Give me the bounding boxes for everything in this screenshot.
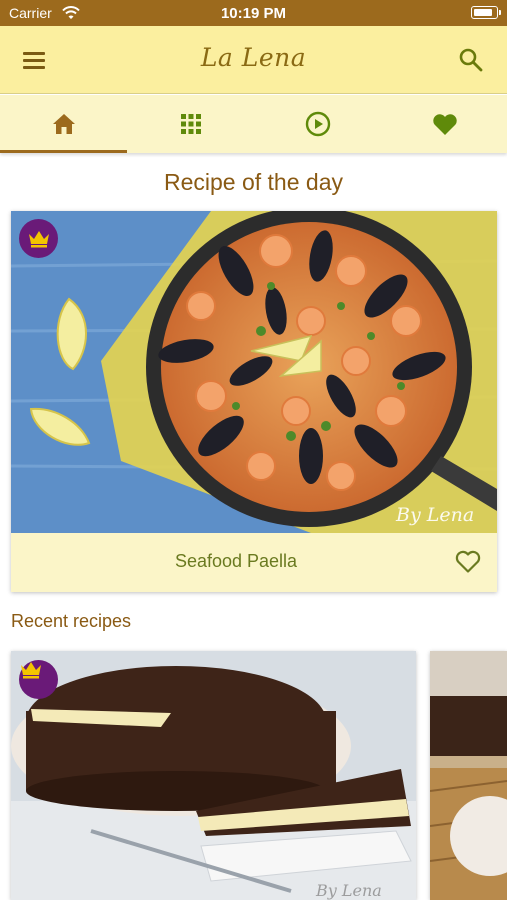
app-bar: La Lena	[0, 26, 507, 94]
tab-home[interactable]	[0, 95, 127, 153]
recent-recipe-image: By Lena	[11, 651, 416, 900]
premium-badge	[19, 660, 58, 699]
recent-recipe-card[interactable]	[430, 651, 507, 900]
recipe-of-day-image: By Lena	[11, 211, 497, 533]
tab-bar	[0, 95, 507, 153]
premium-badge	[19, 219, 58, 258]
image-watermark: By Lena	[395, 504, 474, 526]
grid-icon	[180, 114, 201, 134]
recipe-of-day-card[interactable]: By Lena Seafood Paella	[11, 211, 497, 592]
crown-icon	[21, 662, 41, 679]
svg-text:By Lena: By Lena	[315, 881, 382, 900]
tab-categories[interactable]	[127, 95, 254, 153]
tab-videos[interactable]	[254, 95, 381, 153]
recent-recipes-heading: Recent recipes	[11, 611, 132, 631]
battery-level	[474, 9, 492, 16]
play-circle-icon	[305, 111, 330, 137]
home-icon	[52, 114, 75, 134]
tab-favorites[interactable]	[381, 95, 507, 153]
search-icon[interactable]	[457, 46, 485, 74]
heart-icon	[432, 113, 457, 135]
crown-icon	[28, 230, 49, 247]
battery-icon	[471, 6, 501, 19]
recipe-of-day-heading: Recipe of the day	[163, 169, 343, 195]
recent-recipe-card[interactable]: By Lena	[11, 651, 416, 900]
recipe-of-day-name: Seafood Paella	[174, 551, 298, 571]
app-logo[interactable]: La Lena	[0, 43, 507, 72]
status-time: 10:19 PM	[220, 5, 287, 22]
status-bar: Carrier 10:19 PM	[0, 0, 507, 26]
recent-recipe-image	[430, 651, 507, 900]
favorite-heart-icon[interactable]	[455, 550, 481, 574]
